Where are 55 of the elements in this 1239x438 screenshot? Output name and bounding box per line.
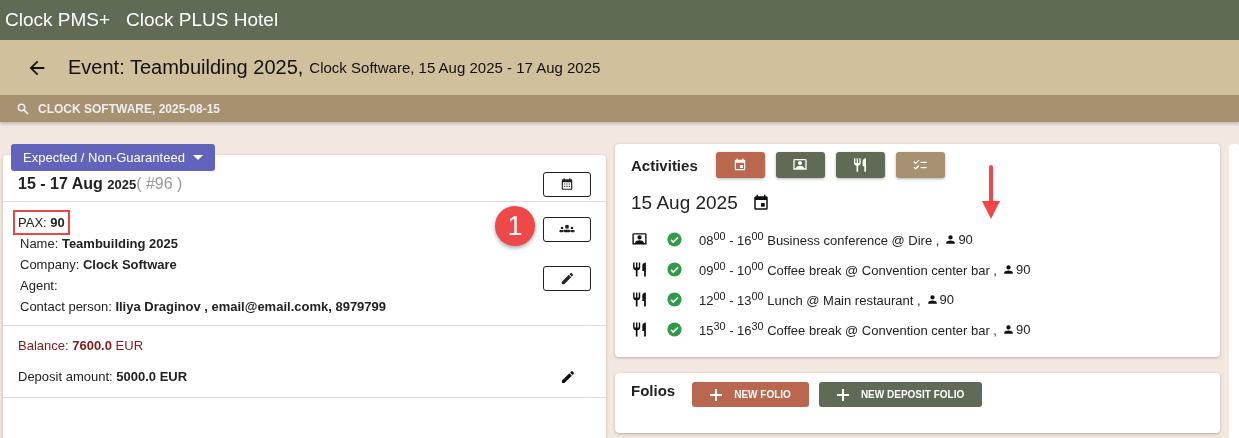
cutlery-icon	[852, 157, 869, 173]
cutlery-icon	[631, 290, 649, 308]
new-folio-button[interactable]: NEW DEPOSIT FOLIO	[818, 382, 983, 407]
info-field: Contact person: Iliya Draginov , email@email.comk, 8979799	[18, 296, 389, 317]
event-dates: 15 - 17 Aug 2025( #96 )	[18, 175, 183, 193]
calendar-button[interactable]	[543, 171, 592, 197]
cutlery-icon	[631, 320, 649, 338]
product-name: Clock PMS+	[5, 9, 111, 31]
guests-button[interactable]	[543, 216, 592, 242]
callout-badge: 1	[495, 206, 536, 246]
calendar-icon	[733, 158, 748, 172]
food-filter-button[interactable]	[835, 152, 885, 178]
info-field: PAX: 90	[15, 212, 68, 233]
activity-text: 08$^{00}$ - 16$^{00}$ Business conference @ Dire ,	[699, 229, 940, 249]
person-icon	[1002, 262, 1015, 276]
activity-text: 09$^{00}$ - 10$^{00}$ Coffee break @ Convention center bar ,	[699, 259, 997, 279]
plus-icon	[836, 388, 849, 401]
edit-button[interactable]	[543, 266, 592, 291]
pointer-arrow-drawing	[981, 165, 1002, 221]
calendar-filter-button[interactable]	[715, 152, 765, 178]
deposit-text: Deposit amount: 5000.0 EUR	[18, 369, 188, 385]
edit-icon[interactable]	[560, 369, 577, 385]
cutlery-icon	[631, 260, 649, 278]
page-subtitle: Clock Software, 15 Aug 2025 - 17 Aug 2025	[309, 59, 601, 76]
folios-title: Folios	[631, 382, 676, 399]
plus-icon	[710, 388, 723, 401]
search-value: CLOCK SOFTWARE, 2025-08-15	[38, 101, 221, 116]
balance-text: Balance: 7600.0 EUR	[18, 338, 145, 353]
pax-count: 90	[939, 291, 955, 307]
person-icon	[925, 292, 939, 306]
pencil-icon	[559, 271, 575, 286]
calendar-icon[interactable]	[751, 194, 770, 212]
status-dropdown[interactable]: Expected / Non-Guaranteed	[11, 144, 215, 171]
conference-filter-button[interactable]	[775, 152, 825, 178]
checklist-filter-button[interactable]	[895, 152, 945, 178]
person-icon	[944, 232, 958, 246]
new-folio-button[interactable]: NEW FOLIO	[692, 382, 809, 407]
info-field: Name: Teambuilding 2025	[18, 233, 389, 254]
pax-count: 90	[1016, 261, 1031, 277]
info-field: Agent:	[18, 275, 389, 296]
search-field[interactable]: CLOCK SOFTWARE, 2025-08-15	[0, 95, 1239, 122]
page-title: Event: Teambuilding 2025,	[68, 56, 304, 79]
pax-count: 90	[958, 231, 973, 247]
conference-icon	[792, 157, 809, 173]
activities-date: 15 Aug 2025	[631, 192, 738, 214]
caret-icon	[192, 155, 203, 160]
activity-text: 15$^{30}$ - 16$^{30}$ Coffee break @ Convention center bar ,	[699, 319, 997, 339]
hotel-name: Clock PLUS Hotel	[126, 9, 279, 31]
search-icon	[16, 101, 30, 116]
calendar-icon	[560, 177, 575, 191]
pax-count: 90	[1016, 321, 1031, 337]
info-field: Company: Clock Software	[18, 254, 389, 275]
activity-text: 12$^{00}$ - 13$^{00}$ Lunch @ Main restaurant ,	[699, 289, 921, 309]
activities-title: Activities	[631, 156, 698, 174]
person-icon	[1002, 322, 1015, 336]
